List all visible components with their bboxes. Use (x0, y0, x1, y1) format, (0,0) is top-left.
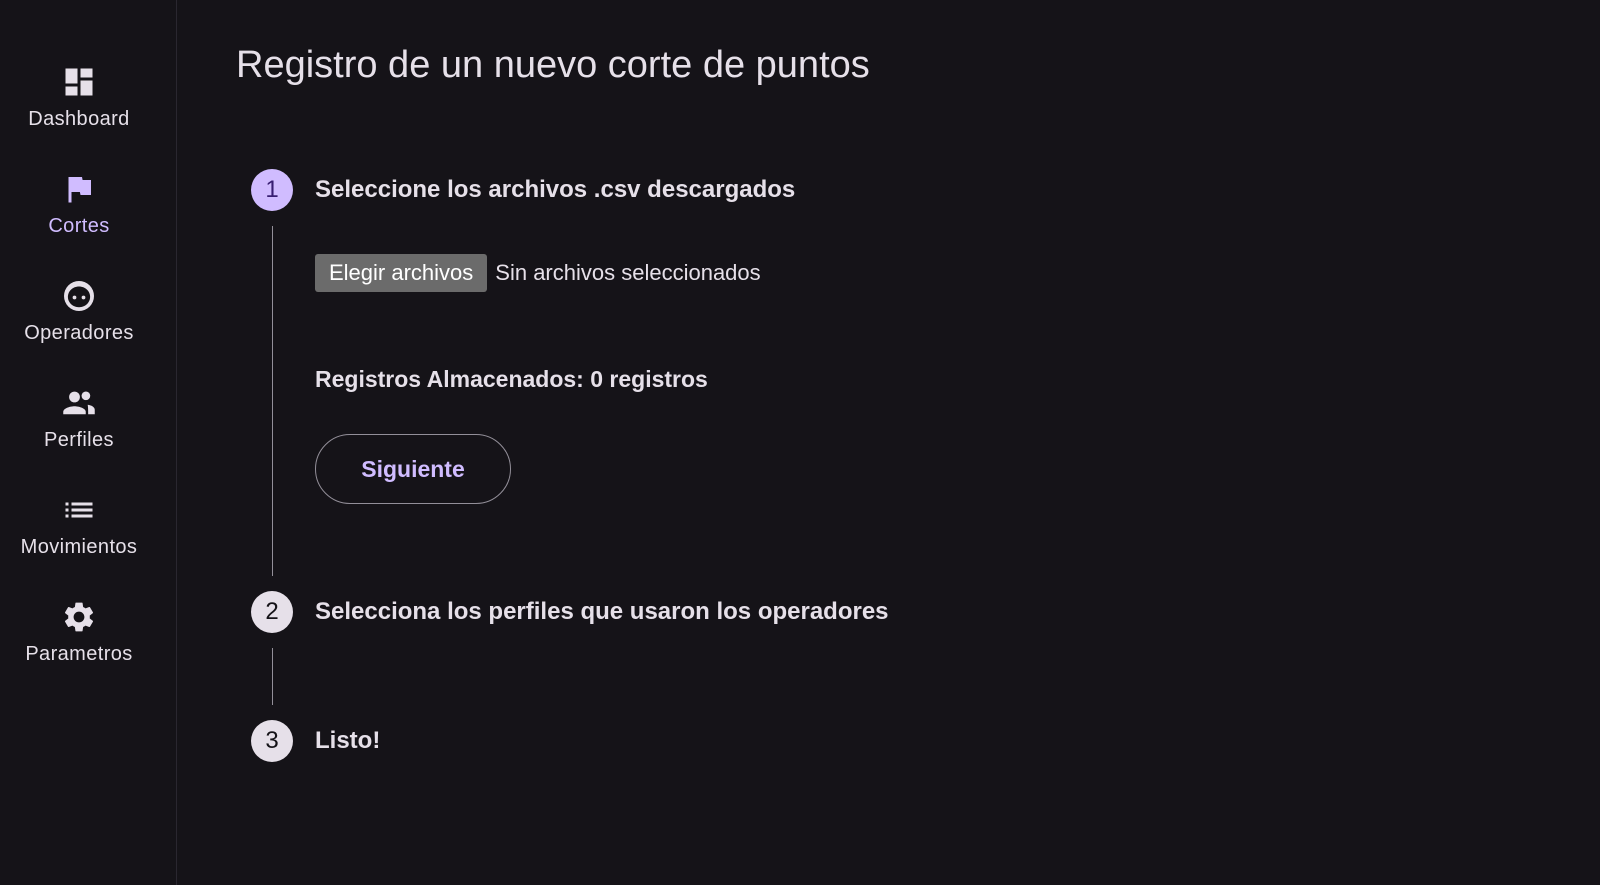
stored-records-count: Registros Almacenados: 0 registros (315, 366, 708, 392)
nav-item-parametros[interactable]: Parametros (0, 599, 158, 695)
app-root: Dashboard Cortes Operadores Perfiles Mov… (0, 0, 1600, 885)
step-3-title[interactable]: Listo! (315, 727, 380, 755)
flag-icon (61, 171, 97, 207)
choose-files-button[interactable]: Elegir archivos (315, 254, 488, 292)
nav-item-operadores[interactable]: Operadores (0, 278, 158, 374)
nav-item-dashboard[interactable]: Dashboard (0, 64, 158, 160)
nav-item-label: Parametros (25, 643, 133, 665)
nav-item-label: Dashboard (28, 108, 130, 130)
step-1-number: 1 (251, 169, 293, 211)
people-icon (61, 385, 97, 421)
list-icon (61, 492, 97, 528)
nav-item-cortes[interactable]: Cortes (0, 171, 158, 267)
step-connector (272, 648, 273, 705)
nav-item-label: Operadores (24, 322, 134, 344)
step-2-number: 2 (251, 591, 293, 633)
step-connector (272, 226, 273, 576)
gear-icon (61, 599, 97, 635)
file-status: Sin archivos seleccionados (495, 260, 761, 285)
navigation-rail: Dashboard Cortes Operadores Perfiles Mov… (0, 0, 177, 885)
nav-item-label: Cortes (48, 215, 110, 237)
step-2-title[interactable]: Selecciona los perfiles que usaron los o… (315, 598, 889, 626)
nav-item-perfiles[interactable]: Perfiles (0, 385, 158, 481)
page-title: Registro de un nuevo corte de puntos (236, 44, 870, 86)
face-icon (61, 278, 97, 314)
dashboard-icon (61, 64, 97, 100)
next-button[interactable]: Siguiente (315, 434, 511, 504)
nav-item-label: Perfiles (44, 429, 114, 451)
step-3-number: 3 (251, 720, 293, 762)
nav-item-movimientos[interactable]: Movimientos (0, 492, 158, 588)
file-input[interactable]: Elegir archivos Sin archivos seleccionad… (315, 254, 761, 292)
step-1-title[interactable]: Seleccione los archivos .csv descargados (315, 176, 795, 204)
nav-item-label: Movimientos (20, 536, 138, 558)
